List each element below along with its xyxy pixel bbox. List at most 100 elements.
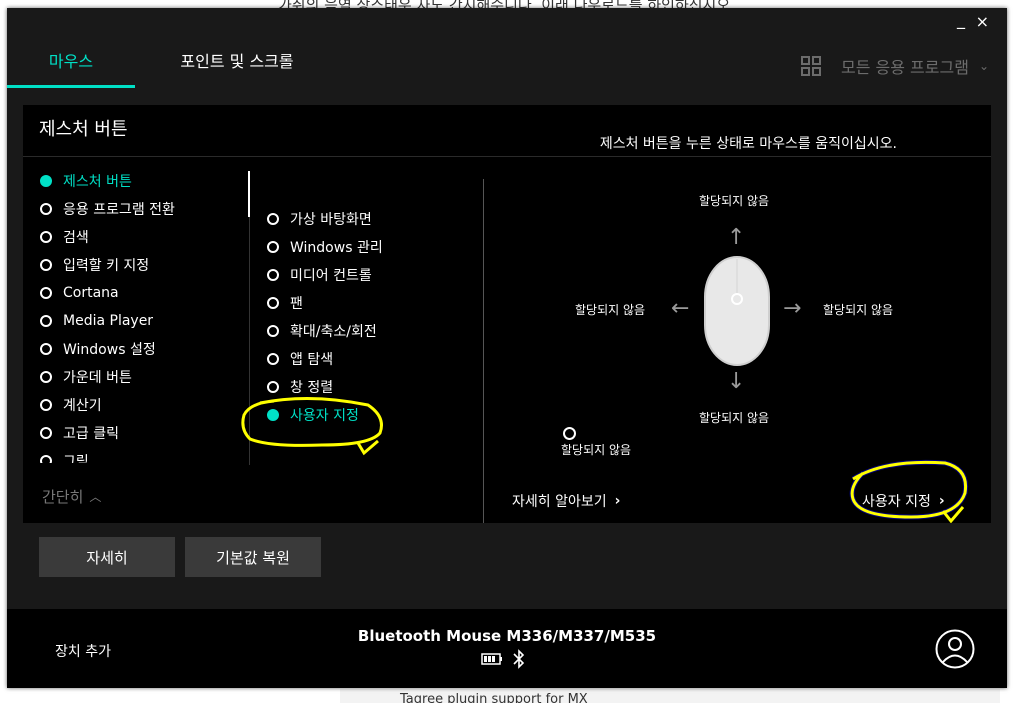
action-item-label: 검색	[63, 230, 89, 246]
radio	[267, 325, 279, 337]
action-item-picture[interactable]: 그림	[40, 447, 175, 463]
action-item-gesture-button[interactable]: 제스처 버튼	[40, 167, 175, 195]
action-item-media-player[interactable]: Media Player	[40, 307, 175, 335]
tab-point-scroll[interactable]: 포인트 및 스크롤	[157, 42, 317, 88]
grid-icon	[801, 56, 821, 76]
background-bottom-text: Tagree plugin support for MX	[400, 692, 588, 703]
gesture-panel: 제스처 버튼 제스처 버튼을 누른 상태로 마우스를 움직이십시오. 제스처 버…	[23, 105, 991, 523]
device-name: Bluetooth Mouse M336/M337/M535	[357, 627, 657, 645]
radio	[40, 259, 52, 271]
logitech-options-window: _ × 마우스 포인트 및 스크롤 모든 응용 프로그램 ⌄ 제스처 버튼 제스…	[7, 8, 1007, 688]
radio	[40, 287, 52, 299]
radio	[267, 353, 279, 365]
radio-selected	[267, 409, 279, 421]
app-selector[interactable]: 모든 응용 프로그램 ⌄	[801, 54, 989, 78]
direction-click-label: 할당되지 않음	[561, 443, 632, 457]
restore-defaults-button[interactable]: 기본값 복원	[185, 537, 321, 577]
radio	[267, 297, 279, 309]
direction-left-label: 할당되지 않음	[575, 303, 646, 317]
radio	[40, 231, 52, 243]
customize-label: 사용자 지정	[862, 494, 931, 510]
action-item-label: 가운데 버튼	[63, 370, 132, 386]
gesture-item-windows-management[interactable]: Windows 관리	[267, 233, 383, 261]
gesture-list: 가상 바탕화면 Windows 관리 미디어 컨트롤 팬 확대/축소/회전 앱 …	[267, 205, 383, 429]
radio	[40, 399, 52, 411]
user-account-icon[interactable]	[935, 629, 975, 669]
action-item-advanced-click[interactable]: 고급 클릭	[40, 419, 175, 447]
learn-more-label: 자세히 알아보기	[512, 494, 607, 510]
action-item-windows-settings[interactable]: Windows 설정	[40, 335, 175, 363]
scrollbar-track[interactable]	[249, 217, 250, 465]
action-item-label: 계산기	[63, 398, 102, 414]
gesture-item-pan[interactable]: 팬	[267, 289, 383, 317]
chevron-up-icon: ︿	[89, 490, 102, 504]
close-button[interactable]: ×	[976, 12, 989, 31]
gesture-item-label: 가상 바탕화면	[290, 212, 372, 228]
tab-mouse[interactable]: 마우스	[7, 42, 135, 88]
action-list: 제스처 버튼 응용 프로그램 전환 검색 입력할 키 지정 Cortana Me…	[40, 167, 175, 463]
scrollbar-thumb[interactable]	[248, 171, 250, 217]
direction-up-label: 할당되지 않음	[699, 194, 770, 208]
gesture-item-media-control[interactable]: 미디어 컨트롤	[267, 261, 383, 289]
minimize-button[interactable]: _	[957, 10, 965, 29]
action-item-label: 입력할 키 지정	[63, 258, 150, 274]
action-item-app-switch[interactable]: 응용 프로그램 전환	[40, 195, 175, 223]
arrow-down-icon: ↓	[727, 369, 746, 394]
device-footer: 장치 추가 Bluetooth Mouse M336/M337/M535	[7, 609, 1007, 688]
direction-right-label: 할당되지 않음	[823, 303, 894, 317]
learn-more-link[interactable]: 자세히 알아보기 ›	[512, 491, 620, 511]
action-item-search[interactable]: 검색	[40, 223, 175, 251]
radio	[40, 427, 52, 439]
app-selector-label: 모든 응용 프로그램	[841, 58, 969, 77]
action-item-label: 그림	[63, 454, 89, 463]
radio	[267, 241, 279, 253]
detail-button[interactable]: 자세히	[39, 537, 175, 577]
gesture-item-label: Windows 관리	[290, 240, 383, 256]
arrow-left-icon: ←	[671, 296, 690, 321]
radio	[40, 315, 52, 327]
radio	[267, 381, 279, 393]
gesture-item-zoom-rotate[interactable]: 확대/축소/회전	[267, 317, 383, 345]
action-item-label: Media Player	[63, 313, 154, 329]
action-item-label: Windows 설정	[63, 342, 156, 358]
radio	[40, 203, 52, 215]
battery-icon	[481, 653, 502, 665]
gesture-item-window-snap[interactable]: 창 정렬	[267, 373, 383, 401]
radio	[267, 213, 279, 225]
gesture-item-label: 확대/축소/회전	[290, 324, 377, 340]
collapse-toggle[interactable]: 간단히 ︿	[42, 486, 101, 507]
radio	[40, 343, 52, 355]
column-divider	[483, 179, 484, 523]
chevron-right-icon: ›	[614, 493, 621, 509]
customize-link[interactable]: 사용자 지정 ›	[862, 491, 945, 511]
action-item-keystroke[interactable]: 입력할 키 지정	[40, 251, 175, 279]
collapse-label: 간단히	[42, 488, 84, 506]
action-item-label: 고급 클릭	[63, 426, 119, 442]
action-item-label: Cortana	[63, 285, 119, 301]
action-item-middle-button[interactable]: 가운데 버튼	[40, 363, 175, 391]
gesture-item-custom[interactable]: 사용자 지정	[267, 401, 383, 429]
instruction-text: 제스처 버튼을 누른 상태로 마우스를 움직이십시오.	[599, 136, 897, 152]
radio	[40, 371, 52, 383]
gesture-item-label: 사용자 지정	[290, 408, 359, 424]
radio	[40, 455, 52, 463]
gesture-item-app-navigation[interactable]: 앱 탐색	[267, 345, 383, 373]
mouse-icon	[704, 256, 770, 366]
direction-down-label: 할당되지 않음	[699, 411, 770, 425]
arrow-right-icon: →	[783, 296, 802, 321]
action-item-label: 제스처 버튼	[63, 174, 132, 190]
panel-divider	[23, 156, 991, 157]
radio-selected	[40, 175, 52, 187]
radio	[267, 269, 279, 281]
arrow-up-icon: ↑	[727, 225, 746, 250]
gesture-item-label: 앱 탐색	[290, 352, 334, 368]
action-item-calculator[interactable]: 계산기	[40, 391, 175, 419]
action-item-cortana[interactable]: Cortana	[40, 279, 175, 307]
gesture-item-label: 팬	[290, 296, 303, 312]
device-status-icons	[481, 649, 525, 669]
bluetooth-icon	[513, 649, 525, 669]
chevron-right-icon: ›	[938, 493, 945, 509]
gesture-item-label: 미디어 컨트롤	[290, 268, 372, 284]
click-action-indicator	[563, 427, 576, 440]
gesture-item-virtual-desktop[interactable]: 가상 바탕화면	[267, 205, 383, 233]
